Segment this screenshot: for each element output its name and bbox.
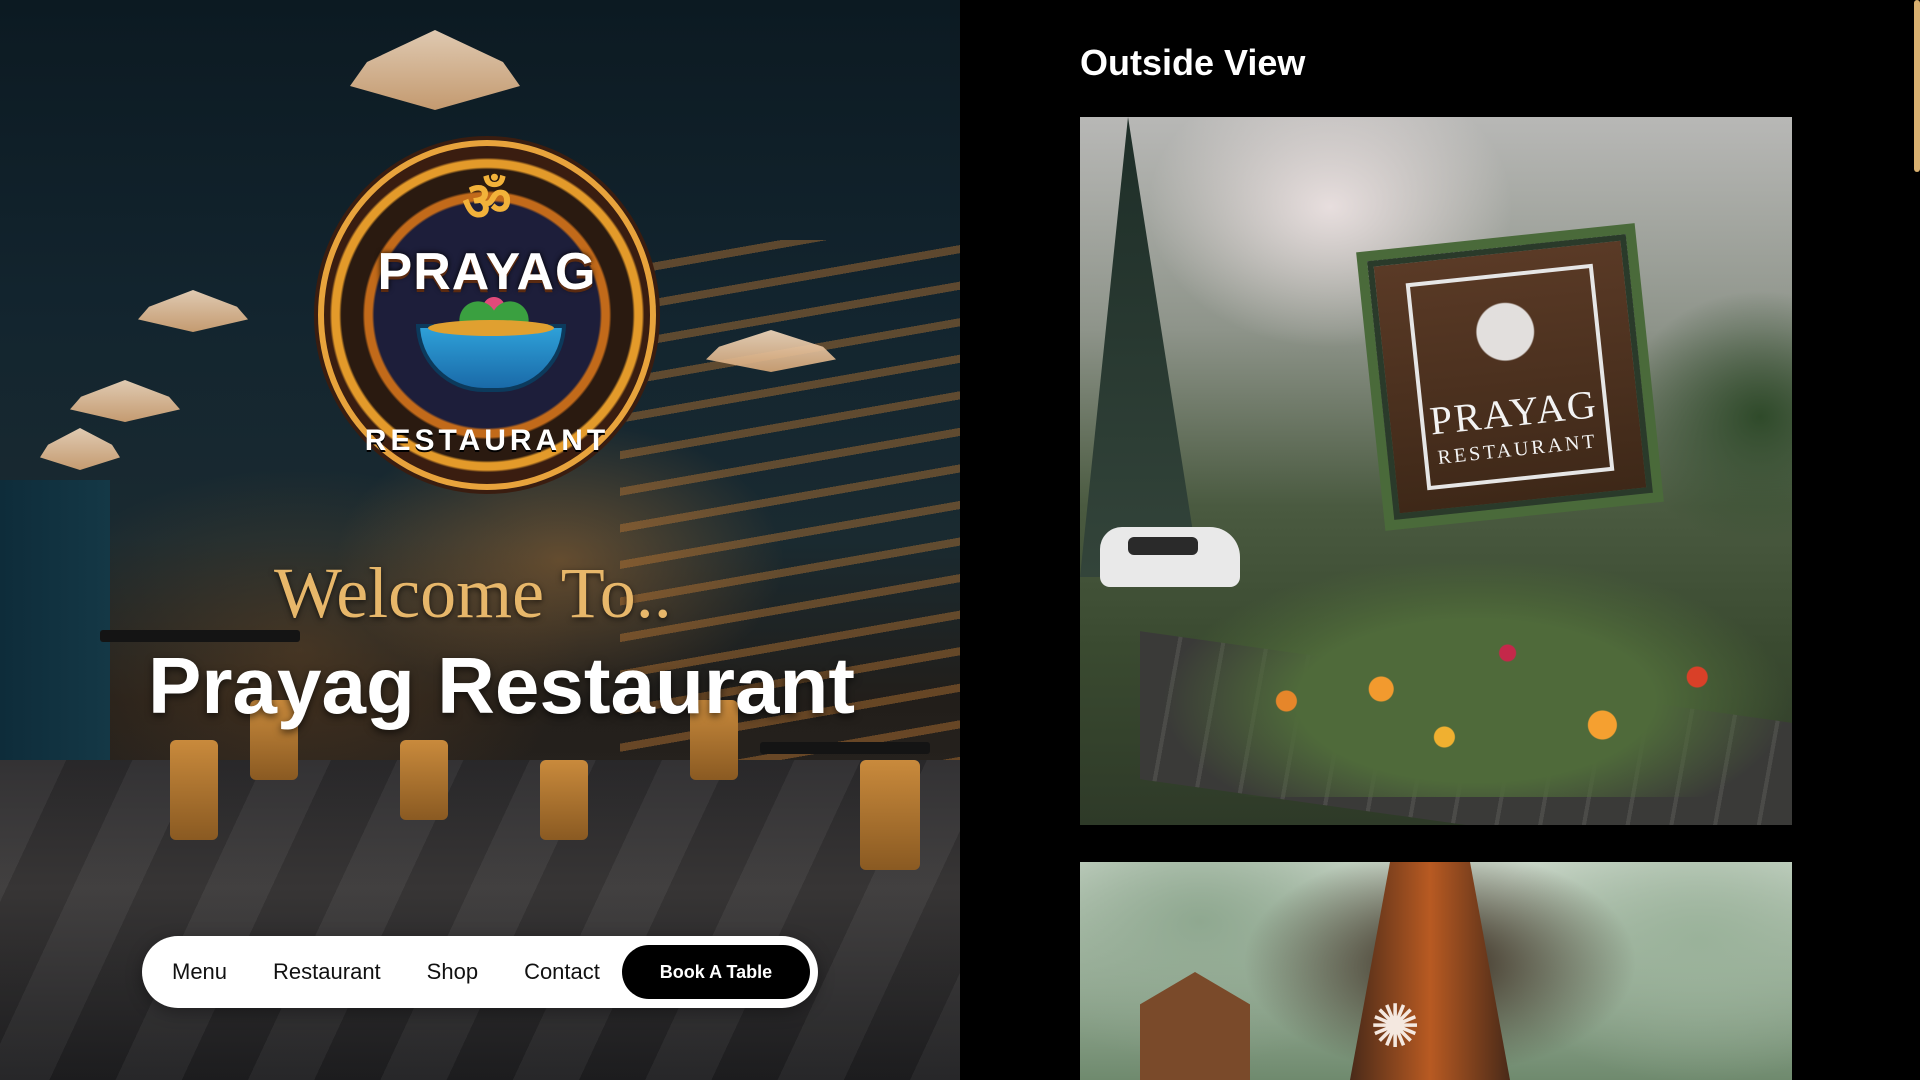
welcome-text: Welcome To..: [274, 553, 672, 633]
bowl-icon: [416, 320, 566, 392]
birdhouse: [1140, 972, 1250, 1080]
restaurant-sign: PRAYAG RESTAURANT: [1367, 234, 1653, 520]
nav-contact[interactable]: Contact: [524, 959, 600, 985]
tree-trunk: [1350, 862, 1510, 1080]
main-nav: Menu Restaurant Shop Contact Book A Tabl…: [142, 936, 818, 1008]
book-table-button[interactable]: Book A Table: [621, 945, 810, 999]
outside-photo: PRAYAG RESTAURANT: [1080, 117, 1792, 825]
logo-title: PRAYAG: [377, 243, 597, 301]
nav-menu[interactable]: Menu: [172, 959, 227, 985]
nav-shop[interactable]: Shop: [427, 959, 478, 985]
chair: [860, 760, 920, 870]
gallery-title: Outside View: [1080, 42, 1306, 83]
sign-frame: PRAYAG RESTAURANT: [1405, 263, 1615, 491]
nav-restaurant[interactable]: Restaurant: [273, 959, 381, 985]
hero-section: ॐ PRAYAG RESTAURANT Welcome To.. Prayag …: [0, 0, 960, 1080]
restaurant-logo: ॐ PRAYAG RESTAURANT: [318, 140, 656, 490]
chair: [170, 740, 218, 840]
outside-photo: ✺: [1080, 862, 1792, 1080]
floor: [0, 760, 960, 1080]
pendant-lamp: [40, 428, 120, 470]
pine-tree: [1080, 117, 1200, 577]
scrollbar[interactable]: [1914, 0, 1920, 172]
chair: [540, 760, 588, 840]
tree-emblem-icon: [1446, 285, 1566, 387]
pendant-lamp: [350, 30, 520, 110]
flower-bed: [1160, 557, 1792, 797]
star-emblem-icon: ✺: [1370, 993, 1421, 1060]
table: [760, 742, 930, 754]
logo-subtitle: RESTAURANT: [364, 424, 610, 457]
om-icon: ॐ: [462, 172, 512, 232]
chair: [400, 740, 448, 820]
pendant-lamp: [70, 380, 180, 422]
pendant-lamp: [138, 290, 248, 332]
page-title: Prayag Restaurant: [148, 641, 855, 730]
